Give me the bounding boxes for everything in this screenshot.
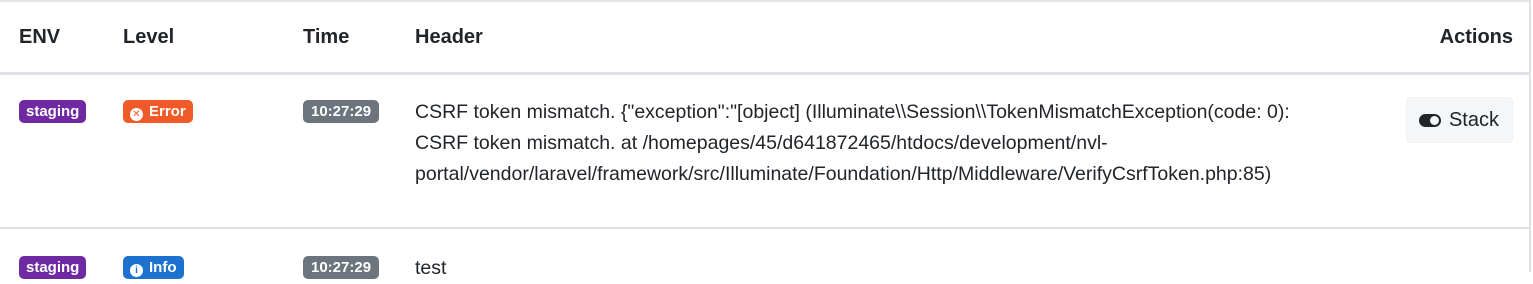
log-table: ENV Level Time Header Actions staging ✕ E… (0, 2, 1531, 284)
stack-button-label: Stack (1449, 109, 1499, 131)
table-body: staging ✕ Error 10:27:29 CSRF token misma… (0, 74, 1531, 284)
column-header-header[interactable]: Header (396, 2, 1368, 74)
header-cell: CSRF token mismatch. {"exception":"[obje… (396, 74, 1368, 229)
time-cell: 10:27:29 (284, 228, 396, 284)
env-cell: staging (0, 228, 104, 284)
actions-cell (1368, 228, 1531, 284)
time-badge: 10:27:29 (303, 256, 379, 279)
table-row[interactable]: staging i Info 10:27:29 test (0, 228, 1531, 284)
level-cell: i Info (104, 228, 284, 284)
log-header-text: CSRF token mismatch. {"exception":"[obje… (415, 97, 1368, 190)
header-cell: test (396, 228, 1368, 284)
stack-button[interactable]: Stack (1406, 97, 1513, 143)
env-badge: staging (19, 100, 86, 123)
level-cell: ✕ Error (104, 74, 284, 229)
actions-cell: Stack (1368, 74, 1531, 229)
toggle-on-icon (1419, 114, 1441, 127)
level-badge-error: ✕ Error (123, 100, 193, 123)
env-cell: staging (0, 74, 104, 229)
level-badge-info: i Info (123, 256, 184, 279)
info-circle-icon: i (130, 264, 143, 277)
level-badge-label: Info (149, 259, 177, 276)
time-badge: 10:27:29 (303, 100, 379, 123)
column-header-env[interactable]: ENV (0, 2, 104, 74)
column-header-actions: Actions (1368, 2, 1531, 74)
level-badge-label: Error (149, 103, 186, 120)
header-row: ENV Level Time Header Actions (0, 2, 1531, 74)
times-circle-icon: ✕ (130, 108, 143, 121)
column-header-time[interactable]: Time (284, 2, 396, 74)
table-row[interactable]: staging ✕ Error 10:27:29 CSRF token misma… (0, 74, 1531, 229)
log-header-text: test (415, 253, 1368, 284)
table-header: ENV Level Time Header Actions (0, 2, 1531, 74)
env-badge: staging (19, 256, 86, 279)
column-header-level[interactable]: Level (104, 2, 284, 74)
time-cell: 10:27:29 (284, 74, 396, 229)
